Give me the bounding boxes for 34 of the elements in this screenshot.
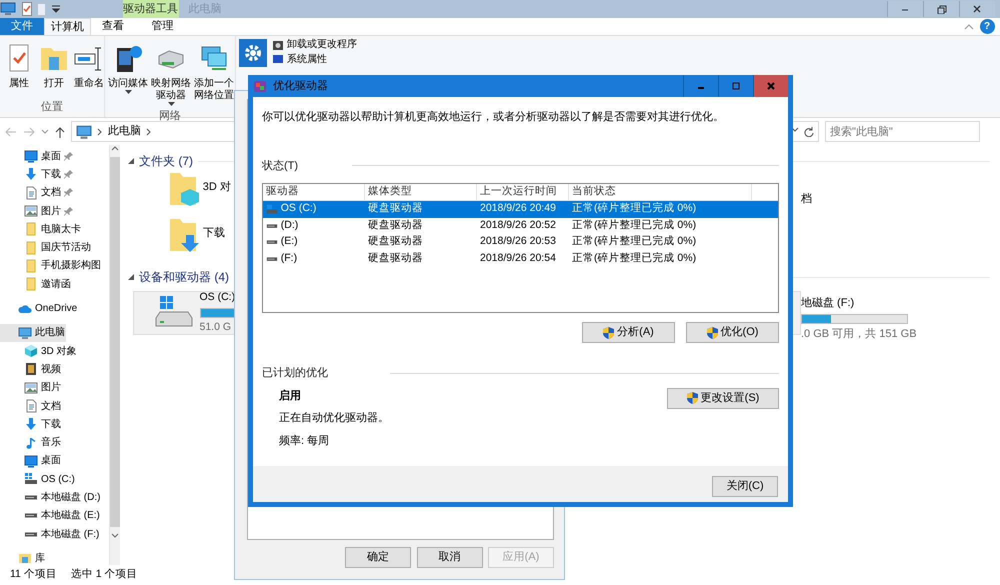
list-cell-text: 2018/9/26 20:52	[479, 218, 557, 233]
section-title: 设备和驱动器 (4)	[139, 269, 229, 286]
list-cell-text: 硬盘驱动器	[367, 250, 424, 266]
section-title: 文件夹 (7)	[139, 153, 193, 170]
list-cell-text: 正常(碎片整理已完成 0%)	[571, 218, 698, 233]
drive-name: OS (C:)	[200, 290, 236, 306]
schedule-text: 正在自动优化驱动器。	[279, 411, 389, 426]
drive-space: .0 GB 可用，共 151 GB	[801, 326, 917, 342]
list-cell-text: 正常(碎片整理已完成 0%)	[571, 201, 698, 216]
list-cell-text: 硬盘驱动器	[367, 234, 424, 250]
description-text: 你可以优化驱动器以帮助计算机更高效地运行，或者分析驱动器以了解是否需要对其进行优化。	[262, 110, 725, 125]
list-cell-text: 2018/9/26 20:53	[479, 234, 557, 250]
frequency-text: 频率: 每周	[279, 434, 330, 448]
list-cell-text: 正常(碎片整理已完成 0%)	[571, 234, 698, 250]
dialog-title: 优化驱动器	[273, 78, 328, 94]
status-text: 11 个项目	[10, 567, 57, 582]
drive-name: (D:)	[280, 218, 298, 233]
list-cell-text: 2018/9/26 20:49	[479, 201, 557, 216]
group-label: 位置	[40, 100, 64, 115]
drive-name: 地磁盘 (F:)	[801, 296, 856, 311]
list-cell-text: 2018/9/26 20:54	[479, 250, 557, 266]
group-label: 网络	[158, 109, 182, 124]
drive-name: OS (C:)	[280, 201, 316, 216]
drive-space: 51.0 G	[200, 320, 232, 335]
drive-name: (E:)	[280, 234, 298, 250]
section-label: 已计划的优化	[262, 366, 328, 381]
status-text: 选中 1 个项目	[70, 567, 138, 582]
drive-name: (F:)	[280, 250, 298, 266]
list-cell-text: 硬盘驱动器	[367, 218, 424, 233]
list-cell-text: 正常(碎片整理已完成 0%)	[571, 250, 698, 266]
section-label: 状态(T)	[262, 158, 298, 174]
list-cell-text: 硬盘驱动器	[367, 201, 424, 216]
path-text: 此电脑	[108, 124, 141, 140]
schedule-state: 启用	[279, 388, 302, 404]
